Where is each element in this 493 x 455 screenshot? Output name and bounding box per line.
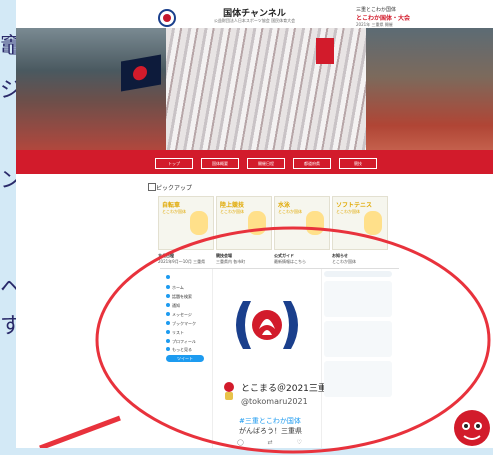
athletes-photo bbox=[166, 28, 366, 150]
nav-schedule[interactable]: 開催日程 bbox=[247, 158, 285, 169]
twitter-sidebar: ホーム 話題を検索 通知 メッセージ ブックマーク リスト プロフィール もっと… bbox=[160, 269, 208, 448]
card-sub: とこわか国体 bbox=[162, 209, 186, 214]
kokutai-emblem-icon bbox=[236, 301, 298, 349]
runner-photo bbox=[366, 28, 493, 150]
twitter-right-column bbox=[324, 271, 396, 441]
tw-nav-item[interactable]: ホーム bbox=[166, 285, 184, 291]
nav-sports[interactable]: 競技 bbox=[339, 158, 377, 169]
pickup-icon bbox=[148, 183, 156, 191]
info-text: 三重県内 各市町 bbox=[216, 259, 246, 264]
website-screenshot: 国体チャンネル 公益財団法人日本スポーツ協会 国民体育大会 三重とこわか国体 と… bbox=[16, 0, 493, 448]
mascot-icon bbox=[364, 211, 382, 235]
hero-photo-collage bbox=[16, 28, 493, 150]
trends-box bbox=[324, 281, 392, 317]
tw-nav-item[interactable]: もっと見る bbox=[166, 347, 192, 353]
card-title: 水泳 bbox=[278, 202, 291, 209]
who-to-follow-box bbox=[324, 321, 392, 357]
tokomaru-mascot-icon bbox=[454, 410, 490, 446]
card-sub: とこわか国体 bbox=[336, 209, 360, 214]
info-text: 最新情報はこちら bbox=[274, 259, 306, 264]
promo-banner[interactable]: 三重とこわか国体 とこわか国体・大会 2021年 三重県 開催 bbox=[356, 6, 446, 30]
tw-nav-item[interactable]: 話題を検索 bbox=[166, 294, 192, 300]
pickup-card[interactable]: 自転車 とこわか国体 bbox=[158, 196, 214, 250]
pickup-card[interactable]: ソフトテニス とこわか国体 bbox=[332, 196, 388, 250]
nav-top[interactable]: トップ bbox=[155, 158, 193, 169]
mascot-icon bbox=[306, 211, 324, 235]
tw-nav-item[interactable]: 通知 bbox=[166, 303, 180, 309]
nav-prefectures[interactable]: 都道府県 bbox=[293, 158, 331, 169]
tokomaru-avatar-icon[interactable] bbox=[221, 381, 237, 401]
reply-icon[interactable]: ◯ bbox=[237, 439, 244, 446]
tweet-button[interactable]: ツイート bbox=[166, 355, 204, 362]
like-icon[interactable]: ♡ bbox=[297, 439, 302, 446]
mascot-icon bbox=[248, 211, 266, 235]
card-sub: とこわか国体 bbox=[220, 209, 244, 214]
account-name[interactable]: とこまる＠2021三重と bbox=[241, 381, 336, 394]
twitter-search[interactable] bbox=[324, 271, 392, 277]
twitter-timeline: とこまる＠2021三重と @tokomaru2021 #三重とこわか国体 がんば… bbox=[212, 269, 336, 448]
tw-nav-item[interactable]: リスト bbox=[166, 330, 184, 336]
hashtag-link[interactable]: #三重とこわか国体 bbox=[239, 416, 301, 426]
pickup-card[interactable]: 水泳 とこわか国体 bbox=[274, 196, 330, 250]
parade-photo bbox=[16, 28, 166, 150]
card-title: 自転車 bbox=[162, 202, 181, 209]
pickup-card[interactable]: 陸上競技 とこわか国体 bbox=[216, 196, 272, 250]
twitter-logo-icon[interactable] bbox=[166, 275, 172, 280]
banner-icon bbox=[316, 38, 334, 64]
mascot-icon bbox=[190, 211, 208, 235]
promo-line: とこわか国体・大会 bbox=[356, 15, 411, 22]
card-title: ソフトテニス bbox=[336, 202, 373, 209]
promo-line: 三重とこわか国体 bbox=[356, 7, 397, 13]
more-box bbox=[324, 361, 392, 397]
card-sub: とこわか国体 bbox=[278, 209, 302, 214]
tw-nav-item[interactable]: メッセージ bbox=[166, 312, 192, 318]
account-handle[interactable]: @tokomaru2021 bbox=[241, 397, 308, 406]
twitter-embed: ホーム 話題を検索 通知 メッセージ ブックマーク リスト プロフィール もっと… bbox=[160, 268, 399, 448]
nav-overview[interactable]: 国体概要 bbox=[201, 158, 239, 169]
tw-nav-item[interactable]: プロフィール bbox=[166, 339, 196, 345]
pickup-heading: ピックアップ bbox=[156, 185, 193, 192]
retweet-icon[interactable]: ⇄ bbox=[268, 439, 273, 446]
tweet-text: がんばろう！三重県 bbox=[239, 427, 302, 435]
flag-icon bbox=[121, 54, 161, 92]
info-text: とこわか国体 bbox=[332, 259, 356, 264]
info-text: 2021年9月〜10月 三重県 bbox=[158, 259, 206, 264]
main-nav: トップ 国体概要 開催日程 都道府県 競技 bbox=[16, 150, 493, 174]
card-title: 陸上競技 bbox=[220, 202, 245, 209]
tweet-actions: ◯ ⇄ ♡ ↑ bbox=[237, 439, 327, 448]
tw-nav-item[interactable]: ブックマーク bbox=[166, 321, 196, 327]
